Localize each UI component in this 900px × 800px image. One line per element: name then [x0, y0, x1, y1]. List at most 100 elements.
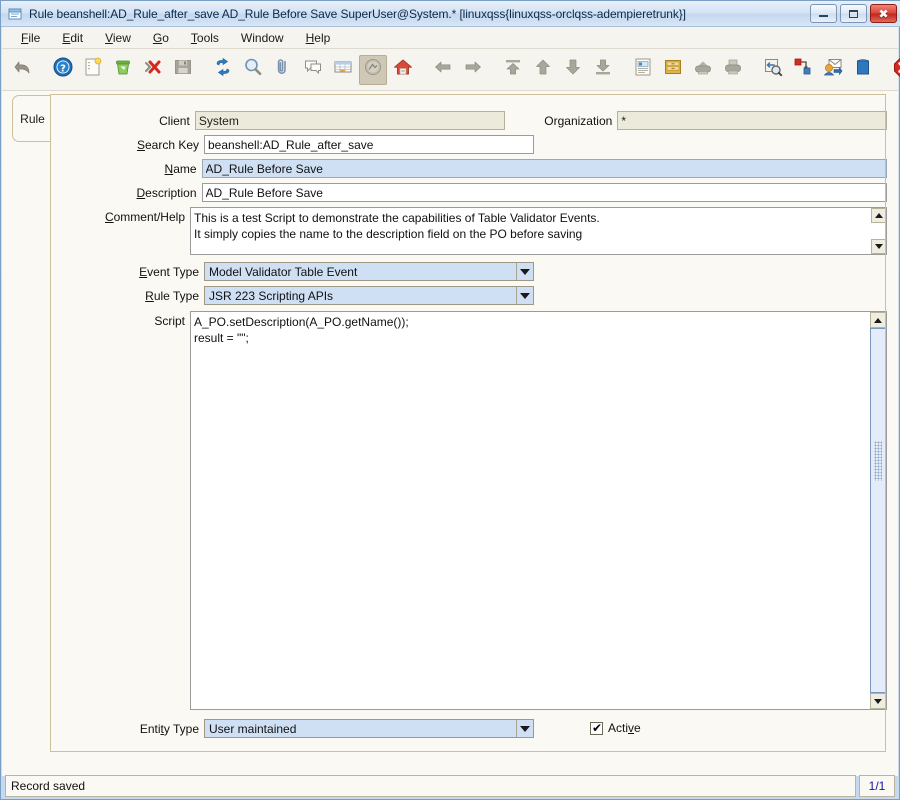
zoom-across-button[interactable]	[759, 55, 787, 85]
name-label: Name	[164, 162, 197, 176]
comment-help-textarea[interactable]	[190, 207, 887, 255]
home-button[interactable]	[389, 55, 417, 85]
menu-item-help[interactable]: Help	[295, 29, 342, 47]
row-comment-help: Comment/Help	[51, 207, 887, 260]
find-button[interactable]	[239, 55, 267, 85]
chevron-up-icon	[874, 317, 882, 323]
refresh-button[interactable]	[209, 55, 237, 85]
product-info-icon	[853, 57, 873, 82]
description-label: Description	[136, 186, 197, 200]
row-name: Name	[51, 159, 887, 178]
delete-icon	[113, 57, 133, 82]
rule-type-label: Rule Type	[145, 289, 199, 303]
event-type-combo[interactable]: Model Validator Table Event	[204, 262, 534, 281]
chevron-down-icon	[520, 725, 530, 732]
scroll-grip-icon	[874, 441, 882, 481]
delete-selection-icon	[143, 57, 163, 82]
window-content: Rule Client Organization Search Key Name	[2, 91, 898, 776]
event-type-dropdown-arrow[interactable]	[516, 263, 533, 280]
record-count: 1/1	[859, 775, 895, 797]
script-scroll-down-button[interactable]	[870, 693, 886, 709]
save-button[interactable]	[169, 55, 197, 85]
zoom-across-icon	[763, 57, 783, 82]
chevron-up-icon	[874, 213, 883, 218]
report-button[interactable]	[629, 55, 657, 85]
help-button[interactable]: ?	[49, 55, 77, 85]
undo-button[interactable]	[9, 55, 37, 85]
script-scroll-up-button[interactable]	[870, 312, 886, 328]
comment-help-scroll-down-button[interactable]	[871, 239, 886, 254]
first-record-icon	[503, 57, 523, 82]
organization-input[interactable]	[617, 111, 887, 130]
entity-type-dropdown-arrow[interactable]	[516, 720, 533, 737]
print-button[interactable]	[719, 55, 747, 85]
tab-rule[interactable]: Rule	[12, 95, 52, 142]
next-page-icon	[563, 57, 583, 82]
history-button[interactable]	[359, 54, 387, 85]
delete-button[interactable]	[109, 55, 137, 85]
exit-icon	[893, 57, 900, 83]
find-icon	[243, 57, 263, 82]
menu-item-view[interactable]: View	[94, 29, 142, 47]
name-input[interactable]	[201, 159, 887, 178]
new-record-icon	[83, 57, 103, 82]
next-record-button[interactable]	[459, 55, 487, 85]
comment-help-scrollbar[interactable]	[871, 208, 886, 254]
script-textarea[interactable]	[190, 311, 887, 710]
title-bar: Rule beanshell:AD_Rule_after_save AD_Rul…	[1, 1, 900, 27]
entity-type-combo[interactable]: User maintained	[204, 719, 534, 738]
client-input[interactable]	[194, 111, 505, 130]
delete-selection-button[interactable]	[139, 55, 167, 85]
previous-icon	[433, 57, 453, 82]
print-preview-icon	[693, 57, 713, 82]
menu-item-file[interactable]: File	[10, 29, 51, 47]
maximize-button[interactable]	[840, 4, 867, 23]
product-info-button[interactable]	[849, 55, 877, 85]
comment-help-scroll-up-button[interactable]	[871, 208, 886, 223]
row-rule-type: Rule Type JSR 223 Scripting APIs	[51, 286, 887, 305]
exit-button[interactable]	[889, 55, 900, 85]
active-workflow-button[interactable]	[789, 55, 817, 85]
undo-icon	[12, 56, 34, 83]
attachment-button[interactable]	[269, 55, 297, 85]
close-button[interactable]: ✖	[870, 4, 897, 23]
chevron-down-icon	[520, 268, 530, 275]
menu-item-edit[interactable]: Edit	[51, 29, 94, 47]
comment-help-scroll-track[interactable]	[871, 223, 886, 239]
status-bar: Record saved 1/1	[2, 775, 898, 797]
search-key-label: Search Key	[136, 138, 199, 152]
script-scroll-track[interactable]	[870, 328, 886, 693]
toolbar: ?	[2, 49, 900, 91]
active-checkbox-wrapper[interactable]: ✔ Active	[590, 719, 641, 735]
rule-type-combo[interactable]: JSR 223 Scripting APIs	[204, 286, 534, 305]
menu-item-tools[interactable]: Tools	[180, 29, 230, 47]
requests-button[interactable]	[819, 55, 847, 85]
last-record-button[interactable]	[589, 55, 617, 85]
svg-text:?: ?	[60, 64, 66, 75]
next-icon	[463, 57, 483, 82]
search-key-input[interactable]	[204, 135, 534, 154]
previous-record-button[interactable]	[429, 55, 457, 85]
menu-item-go[interactable]: Go	[142, 29, 180, 47]
application-window: Rule beanshell:AD_Rule_after_save AD_Rul…	[0, 0, 900, 800]
script-scrollbar[interactable]	[870, 312, 886, 709]
refresh-icon	[213, 57, 233, 82]
home-icon	[393, 57, 413, 82]
grid-toggle-button[interactable]	[329, 55, 357, 85]
minimize-button[interactable]	[810, 4, 837, 23]
new-record-button[interactable]	[79, 55, 107, 85]
first-record-button[interactable]	[499, 55, 527, 85]
rule-type-dropdown-arrow[interactable]	[516, 287, 533, 304]
print-preview-button[interactable]	[689, 55, 717, 85]
row-event-type: Event Type Model Validator Table Event	[51, 262, 887, 281]
script-scroll-thumb[interactable]	[870, 328, 886, 693]
menu-item-window[interactable]: Window	[230, 29, 295, 47]
prev-page-button[interactable]	[529, 55, 557, 85]
active-checkbox[interactable]: ✔	[590, 721, 603, 735]
entity-type-value: User maintained	[209, 721, 297, 736]
next-page-button[interactable]	[559, 55, 587, 85]
chat-button[interactable]	[299, 55, 327, 85]
description-input[interactable]	[201, 183, 887, 202]
row-client: Client Organization	[51, 111, 887, 130]
archive-button[interactable]	[659, 55, 687, 85]
